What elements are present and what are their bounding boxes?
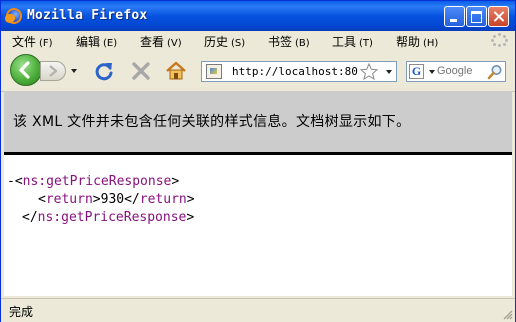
url-history-dropdown-icon[interactable] xyxy=(386,70,392,74)
menu-tools-accel: (T) xyxy=(359,38,373,49)
url-bar[interactable]: http://localhost:8080 xyxy=(201,61,397,82)
home-icon[interactable] xyxy=(165,60,187,82)
menu-bar: 文件 (F) 编辑 (E) 查看 (V) 历史 (S) 书签 (B) 工具 (T) 帮助 (H… xyxy=(1,31,515,49)
xml-child-value: 930 xyxy=(100,192,125,207)
menu-tools[interactable]: 工具 (T) xyxy=(332,33,373,50)
xml-root-tag-close: ns:getPriceResponse xyxy=(37,210,187,225)
menu-tools-label: 工具 xyxy=(332,35,357,49)
browser-window: Mozilla Firefox 文件 (F) 编辑 (E) 查看 (V) 历史 (S) … xyxy=(0,0,516,322)
menu-help-accel: (H) xyxy=(423,38,439,49)
navigation-toolbar: http://localhost:8080 G xyxy=(1,49,515,92)
menu-edit-label: 编辑 xyxy=(76,35,101,49)
search-engine-dropdown-icon[interactable] xyxy=(429,70,435,74)
page-content: 该 XML 文件并未包含任何关联的样式信息。文档树显示如下。 -<ns:getP… xyxy=(4,91,512,296)
back-arrow-icon xyxy=(19,61,30,79)
forward-arrow-icon xyxy=(49,65,58,77)
stop-icon[interactable] xyxy=(130,60,152,82)
forward-button[interactable] xyxy=(40,61,66,81)
menu-history-accel: (S) xyxy=(231,38,246,49)
back-button[interactable] xyxy=(10,54,42,86)
xml-child-tag-close: return xyxy=(139,192,187,207)
status-text: 完成 xyxy=(9,305,34,319)
menu-view-accel: (V) xyxy=(167,38,182,49)
search-engine-icon[interactable]: G xyxy=(409,64,424,79)
close-button[interactable] xyxy=(488,6,509,27)
xml-collapse-toggle[interactable]: - xyxy=(7,174,15,189)
maximize-button[interactable] xyxy=(466,6,487,27)
search-magnifier-icon[interactable] xyxy=(487,64,503,80)
menu-view[interactable]: 查看 (V) xyxy=(140,33,182,50)
bookmark-star-icon[interactable] xyxy=(360,63,378,80)
menu-file[interactable]: 文件 (F) xyxy=(12,33,53,50)
xml-child-element: <return>930</return> xyxy=(38,192,195,207)
title-bar[interactable]: Mozilla Firefox xyxy=(1,1,515,31)
reload-icon[interactable] xyxy=(93,60,115,82)
xml-root-tag-open: ns:getPriceResponse xyxy=(22,174,172,189)
throbber-icon xyxy=(491,33,508,47)
menu-bookmarks-accel: (B) xyxy=(295,38,310,49)
menu-view-label: 查看 xyxy=(140,35,165,49)
menu-edit[interactable]: 编辑 (E) xyxy=(76,33,117,50)
xml-child-tag-open: return xyxy=(45,192,93,207)
url-text[interactable]: http://localhost:8080 xyxy=(232,65,358,78)
search-input[interactable] xyxy=(437,65,483,77)
menu-help[interactable]: 帮助 (H) xyxy=(396,33,438,50)
xml-root-open: -<ns:getPriceResponse> xyxy=(7,174,180,189)
menu-file-accel: (F) xyxy=(39,38,53,49)
menu-bookmarks[interactable]: 书签 (B) xyxy=(268,33,310,50)
menu-history-label: 历史 xyxy=(204,35,229,49)
xml-root-close: </ns:getPriceResponse> xyxy=(22,210,195,225)
xml-info-message: 该 XML 文件并未包含任何关联的样式信息。文档树显示如下。 xyxy=(13,114,411,130)
menu-history[interactable]: 历史 (S) xyxy=(204,33,245,50)
menu-edit-accel: (E) xyxy=(103,38,118,49)
status-bar: 完成 xyxy=(1,298,515,322)
window-title: Mozilla Firefox xyxy=(27,8,148,23)
search-bar[interactable]: G xyxy=(406,61,506,82)
history-dropdown-icon[interactable] xyxy=(71,69,77,73)
site-identity-icon[interactable] xyxy=(206,64,222,79)
menu-file-label: 文件 xyxy=(12,35,37,49)
minimize-button[interactable] xyxy=(444,6,465,27)
menu-bookmarks-label: 书签 xyxy=(268,35,293,49)
resize-grip-icon[interactable] xyxy=(501,308,513,320)
xml-info-banner: 该 XML 文件并未包含任何关联的样式信息。文档树显示如下。 xyxy=(4,91,512,155)
firefox-icon xyxy=(5,8,22,24)
menu-help-label: 帮助 xyxy=(396,35,421,49)
